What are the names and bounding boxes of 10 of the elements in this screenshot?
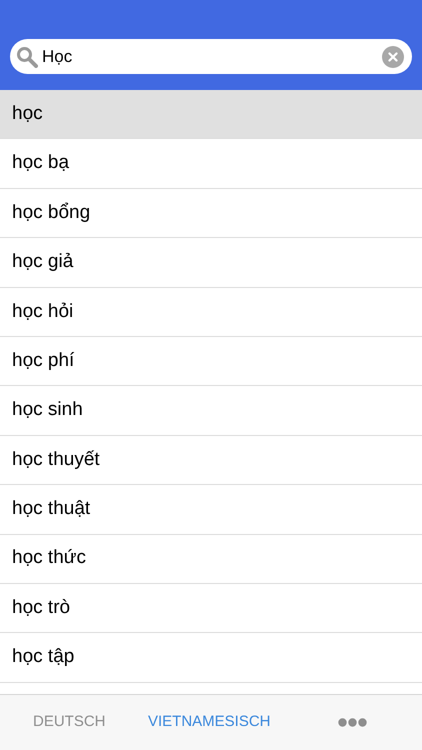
search-field[interactable]: Học <box>10 39 412 74</box>
search-input: Học <box>42 44 378 70</box>
result-row[interactable]: học thuyết <box>0 436 422 486</box>
result-row[interactable]: học hỏi <box>0 288 422 337</box>
close-icon <box>388 52 398 62</box>
more-icon[interactable] <box>338 718 367 727</box>
result-row[interactable]: học <box>0 90 422 140</box>
result-row[interactable]: học thức <box>0 534 422 584</box>
clear-button[interactable] <box>382 46 404 68</box>
search-icon <box>16 46 38 68</box>
